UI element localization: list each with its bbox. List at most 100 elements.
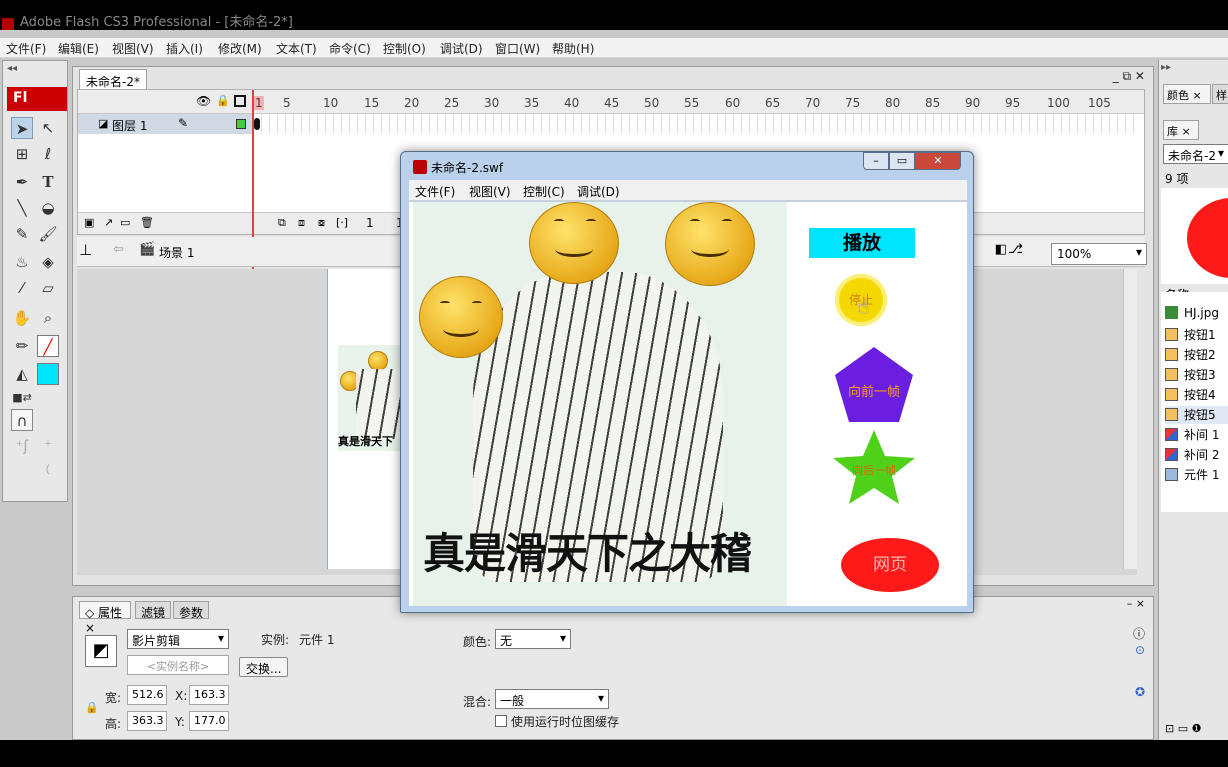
scene-name[interactable]: 场景 1 xyxy=(159,244,194,261)
hand-tool-icon[interactable]: ✋ xyxy=(11,307,33,329)
stage-movieclip-instance[interactable]: 真是滑天下 xyxy=(338,345,402,451)
timeline-toggle-icon[interactable]: ⊥ xyxy=(79,241,92,259)
library-item[interactable]: HJ.jpg xyxy=(1165,306,1219,324)
zoom-select[interactable]: 100% xyxy=(1051,243,1147,265)
panel-controls[interactable]: – × xyxy=(1127,597,1145,610)
play-button[interactable]: 播放 xyxy=(809,228,915,258)
color-select[interactable]: 无 xyxy=(495,629,571,649)
help-icon[interactable]: ⓘ xyxy=(1133,625,1145,642)
eraser-tool-icon[interactable]: ▱ xyxy=(37,277,59,299)
tab-filters[interactable]: 滤镜 xyxy=(135,601,171,620)
stop-button[interactable]: 停止 ☝ xyxy=(835,274,887,326)
brush-tool-icon[interactable]: 🖌 xyxy=(37,223,59,245)
swap-button[interactable]: 交换... xyxy=(239,657,289,677)
tab-properties[interactable]: ◇ 属性 × xyxy=(79,601,131,635)
menu-control[interactable]: 控制(O) xyxy=(383,40,426,57)
menu-help[interactable]: 帮助(H) xyxy=(552,40,594,57)
menu-debug[interactable]: 调试(D) xyxy=(440,40,483,57)
outline-icon[interactable] xyxy=(234,95,246,107)
library-item[interactable]: 按钮4 xyxy=(1165,386,1216,404)
vertical-scrollbar[interactable] xyxy=(1123,269,1137,569)
oval-tool-icon[interactable]: ◒ xyxy=(37,197,59,219)
library-item[interactable]: 按钮2 xyxy=(1165,346,1216,364)
web-button[interactable]: 网页 xyxy=(841,538,939,592)
swf-player-window[interactable]: 未命名-2.swf – ▭ ✕ 文件(F) 视图(V) 控制(C) 调试(D) xyxy=(400,151,974,613)
y-field[interactable]: 177.0 xyxy=(189,711,229,731)
stroke-color-icon[interactable]: ✏ xyxy=(11,335,33,357)
x-field[interactable]: 163.3 xyxy=(189,685,229,705)
line-tool-icon[interactable]: ╲ xyxy=(11,197,33,219)
menu-insert[interactable]: 插入(I) xyxy=(166,40,203,57)
subselection-tool-icon[interactable]: ↖ xyxy=(37,117,59,139)
swf-menu-control[interactable]: 控制(C) xyxy=(523,183,565,200)
menu-edit[interactable]: 编辑(E) xyxy=(58,40,99,57)
free-transform-tool-icon[interactable]: ⊞ xyxy=(11,143,33,165)
swf-content[interactable]: 真是滑天下之大稽 播放 停止 ☝ 向前一帧 向后一帧 网页 xyxy=(409,202,967,606)
blend-select[interactable]: 一般 xyxy=(495,689,609,709)
collapse-icon[interactable]: ◂◂ xyxy=(7,63,17,74)
pencil-tool-icon[interactable]: ✎ xyxy=(11,223,33,245)
library-item[interactable]: 补间 2 xyxy=(1165,446,1219,464)
layer-name[interactable]: 图层 1 xyxy=(112,117,147,134)
edit-symbols-icon[interactable]: ⎇ xyxy=(1008,242,1023,257)
lasso-tool-icon[interactable]: ℓ xyxy=(37,143,59,165)
symbol-type-select[interactable]: 影片剪辑 xyxy=(127,629,229,649)
next-frame-button[interactable]: 向后一帧 xyxy=(831,428,917,506)
lock-icon[interactable]: 🔒 xyxy=(216,94,230,107)
close-button[interactable]: ✕ xyxy=(915,152,961,170)
edit-scene-icon[interactable]: ◧ xyxy=(995,242,1007,257)
edit-icon[interactable]: ⊙ xyxy=(1135,643,1145,657)
text-tool-icon[interactable]: T xyxy=(37,171,59,193)
tab-swatches[interactable]: 样 xyxy=(1212,84,1228,104)
library-item[interactable]: 补间 1 xyxy=(1165,426,1219,444)
accessibility-icon[interactable]: ✪ xyxy=(1135,685,1145,699)
onion-outline-icon[interactable]: ⧈ xyxy=(298,216,305,230)
menu-modify[interactable]: 修改(M) xyxy=(218,40,262,57)
collapse-icon[interactable]: ▸▸ xyxy=(1161,62,1171,73)
snap-magnet-icon[interactable]: ∩ xyxy=(11,409,33,431)
selection-tool-icon[interactable]: ➤ xyxy=(11,117,33,139)
cache-checkbox[interactable] xyxy=(495,715,507,727)
layer-outline-color[interactable] xyxy=(236,119,246,129)
default-colors-icon[interactable]: ■⇄ xyxy=(11,387,33,409)
swf-menu-view[interactable]: 视图(V) xyxy=(469,183,511,200)
insert-folder-icon[interactable]: ▭ xyxy=(120,216,130,229)
eye-icon[interactable]: 👁 xyxy=(196,94,211,108)
modify-markers-icon[interactable]: [·] xyxy=(336,216,348,229)
width-field[interactable]: 512.6 xyxy=(127,685,167,705)
fill-color-swatch[interactable] xyxy=(37,363,59,385)
eyedropper-tool-icon[interactable]: ⁄ xyxy=(11,277,33,299)
maximize-button[interactable]: ▭ xyxy=(889,152,915,170)
library-item[interactable]: 元件 1 xyxy=(1165,466,1219,484)
tab-color[interactable]: 颜色 × xyxy=(1163,84,1211,104)
zoom-tool-icon[interactable]: ⌕ xyxy=(37,307,59,329)
pen-tool-icon[interactable]: ✒ xyxy=(11,171,33,193)
tab-parameters[interactable]: 参数 xyxy=(173,601,209,620)
delete-layer-icon[interactable]: 🗑 xyxy=(140,216,154,229)
swf-menu-debug[interactable]: 调试(D) xyxy=(577,183,620,200)
menu-commands[interactable]: 命令(C) xyxy=(329,40,371,57)
document-window-controls[interactable]: _ ⧉ ✕ xyxy=(1113,69,1145,84)
library-item[interactable]: 按钮1 xyxy=(1165,326,1216,344)
stroke-color-swatch[interactable]: ╱ xyxy=(37,335,59,357)
add-motion-guide-icon[interactable]: ↗ xyxy=(104,216,113,229)
ink-bottle-tool-icon[interactable]: ♨ xyxy=(11,251,33,273)
library-footer-icons[interactable]: ⊡ ▭ ❶ xyxy=(1165,722,1201,735)
tab-library[interactable]: 库 × xyxy=(1163,120,1199,140)
edit-multiple-icon[interactable]: ⧇ xyxy=(318,216,325,230)
library-item-selected[interactable]: 按钮5 xyxy=(1165,406,1228,424)
height-field[interactable]: 363.3 xyxy=(127,711,167,731)
menu-view[interactable]: 视图(V) xyxy=(112,40,154,57)
paint-bucket-tool-icon[interactable]: ◈ xyxy=(37,251,59,273)
fill-color-icon[interactable]: ◭ xyxy=(11,363,33,385)
menu-window[interactable]: 窗口(W) xyxy=(495,40,540,57)
menu-file[interactable]: 文件(F) xyxy=(6,40,46,57)
onion-skin-icon[interactable]: ⧉ xyxy=(278,216,286,230)
minimize-button[interactable]: – xyxy=(863,152,889,170)
library-document-select[interactable]: 未命名-2 xyxy=(1163,144,1228,164)
swf-menu-file[interactable]: 文件(F) xyxy=(415,183,455,200)
instance-name-field[interactable]: <实例名称> xyxy=(127,655,229,675)
layer-row[interactable]: ◪ 图层 1 ✎ xyxy=(78,114,254,134)
timeline-frames[interactable] xyxy=(254,114,1134,134)
insert-layer-icon[interactable]: ▣ xyxy=(84,216,94,229)
